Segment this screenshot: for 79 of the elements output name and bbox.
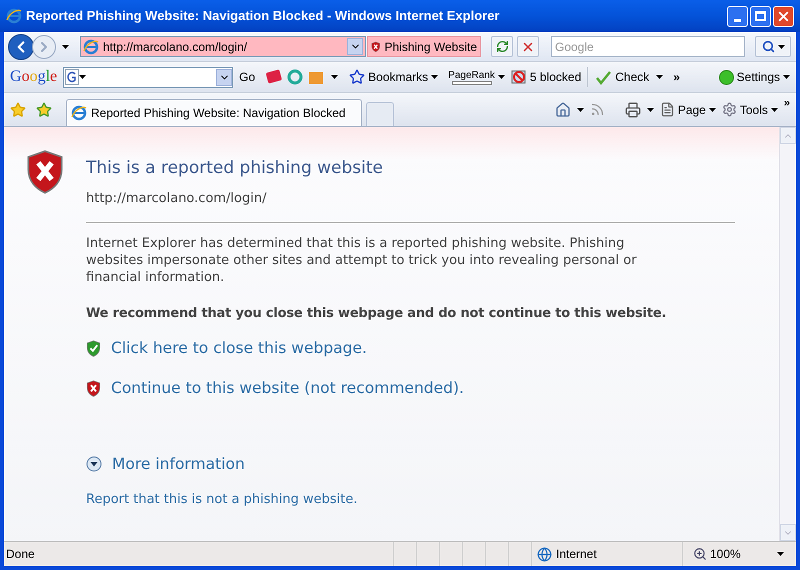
status-light-icon — [718, 70, 734, 84]
blocked-url: http://marcolano.com/login/ — [86, 190, 268, 208]
caret-icon — [62, 44, 68, 48]
print-icon[interactable] — [624, 102, 641, 118]
caret-icon — [79, 75, 86, 79]
pagerank-label: PageRank — [448, 70, 495, 80]
gear-icon — [722, 102, 737, 117]
maximize-icon — [755, 11, 766, 21]
refresh-button[interactable] — [491, 36, 513, 57]
caret-icon — [783, 75, 790, 79]
continue-link[interactable]: Continue to this website (not recommended). — [111, 377, 464, 400]
overflow-chevron[interactable]: » — [673, 68, 680, 86]
security-status[interactable]: Phishing Website — [367, 36, 481, 57]
page-menu[interactable]: Page — [660, 100, 716, 118]
settings-button[interactable]: Settings — [718, 68, 790, 86]
tab-title: Reported Phishing Website: Navigation Blocked — [91, 105, 346, 122]
ie-logo-icon — [6, 8, 22, 24]
favorites-star-icon[interactable] — [10, 102, 26, 118]
go-button[interactable]: Go — [239, 68, 256, 86]
google-search-field[interactable] — [63, 66, 234, 88]
blocked-icon — [510, 69, 527, 85]
shield-icon — [86, 380, 101, 398]
feeds-icon[interactable] — [590, 102, 605, 117]
expand-icon[interactable] — [86, 456, 102, 472]
ie-logo-icon — [71, 105, 87, 121]
caret-icon — [777, 552, 784, 556]
minimize-button[interactable] — [727, 6, 748, 26]
recommendation-text: We recommend that you close this webpage and do not continue to this website. — [86, 304, 668, 322]
more-information-link[interactable]: More information — [112, 452, 245, 476]
warning-description: Internet Explorer has determined that this is a reported phishing website. Phishing websites impersonate other sites and attempt to trick you into revealing personal or financial information. — [86, 234, 638, 286]
globe-icon — [537, 546, 552, 562]
back-button[interactable] — [8, 34, 34, 60]
caret-icon — [778, 44, 784, 48]
address-field[interactable]: http://marcolano.com/login/ — [80, 36, 366, 57]
caret-icon — [498, 75, 505, 79]
browser-tab[interactable]: Reported Phishing Website: Navigation Blocked — [66, 99, 362, 126]
address-text: http://marcolano.com/login/ — [103, 38, 248, 56]
close-page-link[interactable]: Click here to close this webpage. — [111, 337, 367, 360]
google-logo: Google — [10, 67, 58, 87]
add-favorite-icon[interactable] — [36, 102, 52, 118]
status-text: Done — [5, 546, 36, 563]
pagerank-button[interactable]: PageRank — [448, 70, 505, 84]
minimize-icon — [734, 18, 741, 22]
spellcheck-button[interactable]: Check — [594, 68, 664, 86]
window-title: Reported Phishing Website: Navigation Blocked - Windows Internet Explorer — [26, 7, 500, 26]
search-icon — [762, 40, 774, 53]
refresh-icon — [496, 40, 508, 53]
search-button[interactable] — [755, 36, 791, 57]
zoom-icon — [693, 547, 707, 561]
caret-icon — [708, 108, 716, 112]
star-icon — [349, 69, 366, 85]
caret-icon — [656, 75, 664, 79]
maximize-button[interactable] — [750, 6, 771, 26]
overflow-chevron[interactable]: » — [784, 95, 790, 112]
stop-button[interactable] — [517, 36, 539, 57]
security-text: Phishing Website — [384, 38, 477, 56]
tools-menu[interactable]: Tools — [722, 100, 778, 118]
shield-icon — [86, 340, 101, 358]
home-icon[interactable] — [554, 102, 571, 118]
shield-icon — [371, 40, 380, 54]
caret-icon — [646, 108, 654, 112]
close-button[interactable] — [773, 6, 794, 26]
caret-icon — [770, 108, 778, 112]
bookmarks-button[interactable]: Bookmarks — [349, 68, 438, 86]
caret-icon — [576, 108, 584, 112]
ie-logo-icon — [83, 38, 99, 54]
warning-shield-icon — [25, 149, 65, 195]
caret-icon — [431, 75, 438, 79]
popup-blocker-button[interactable]: 5 blocked — [510, 68, 582, 86]
report-link[interactable]: Report that this is not a phishing website. — [86, 490, 735, 510]
dropdown-button[interactable] — [216, 68, 232, 86]
dropdown-button[interactable] — [347, 38, 363, 55]
search-field[interactable]: Google — [551, 36, 745, 57]
page-icon — [660, 102, 675, 117]
warning-heading: This is a reported phishing website — [86, 157, 384, 179]
google-g-icon — [65, 69, 80, 85]
security-zone: Internet — [556, 546, 597, 563]
pagerank-bar — [452, 80, 492, 84]
spellcheck-icon — [594, 69, 612, 85]
